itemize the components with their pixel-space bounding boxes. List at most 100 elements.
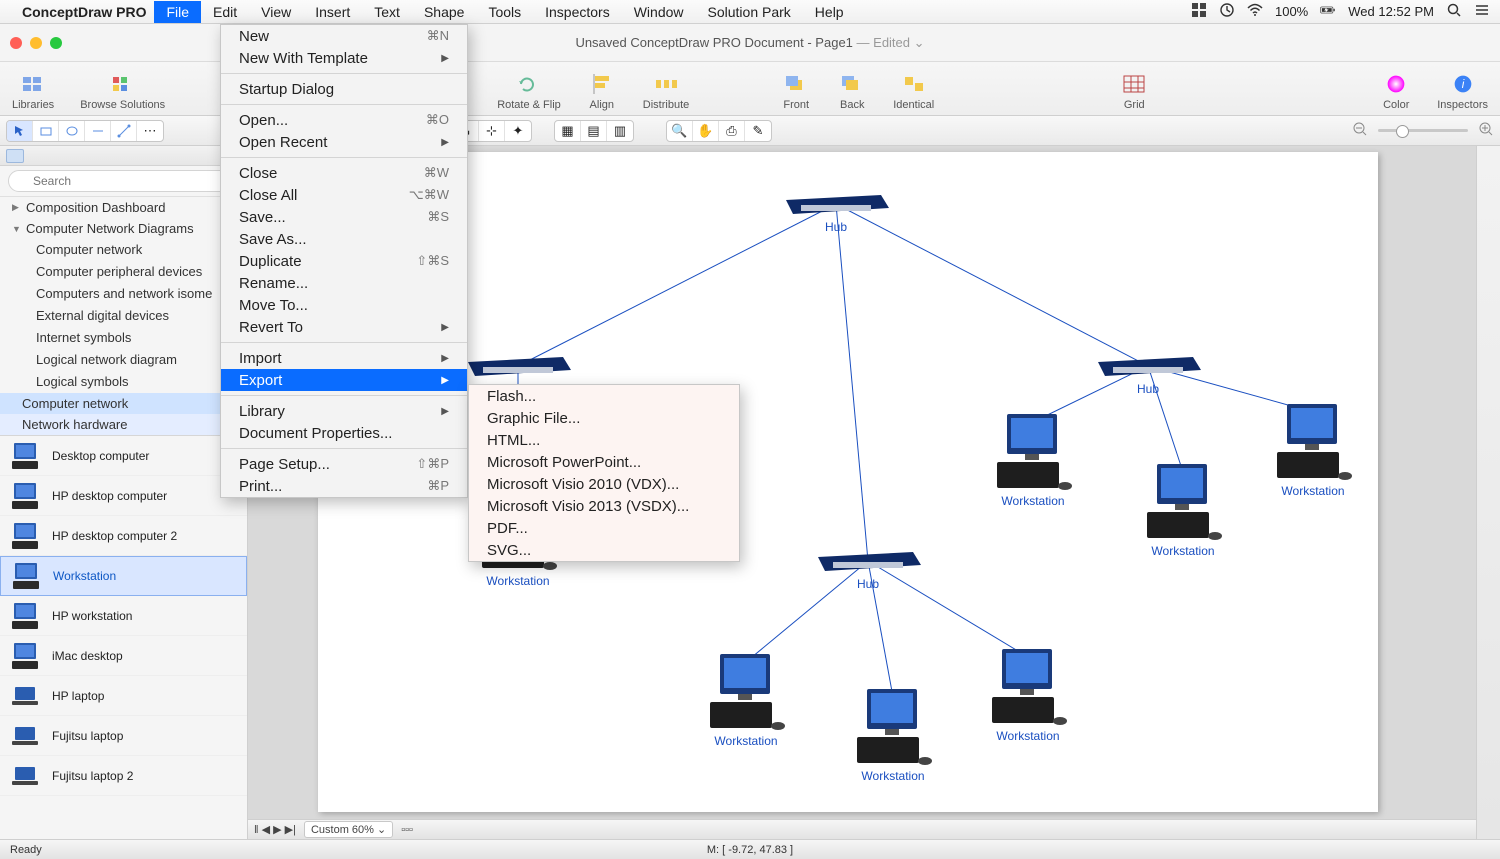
workstation-node[interactable] [1273, 402, 1353, 487]
zoom-in-icon[interactable] [1478, 121, 1494, 140]
library-search-input[interactable] [8, 170, 239, 192]
zoom-slider[interactable] [1378, 129, 1468, 132]
color-button[interactable]: Color [1381, 71, 1411, 111]
export-item-microsoft-visio-vsdx-[interactable]: Microsoft Visio 2013 (VSDX)... [469, 495, 739, 517]
workstation-node[interactable] [1143, 462, 1223, 547]
export-item-svg-[interactable]: SVG... [469, 539, 739, 561]
menu-item-duplicate[interactable]: Duplicate⇧⌘S [221, 250, 467, 272]
export-item-pdf-[interactable]: PDF... [469, 517, 739, 539]
shape-item[interactable]: iMac desktop [0, 636, 247, 676]
menu-insert[interactable]: Insert [303, 1, 362, 23]
shape-item[interactable]: HP desktop computer 2 [0, 516, 247, 556]
library-pane-header[interactable] [0, 146, 247, 166]
view-tools[interactable]: 🔍✋⎙✎ [666, 120, 772, 142]
minimize-window-button[interactable] [30, 37, 42, 49]
clock-icon[interactable] [1219, 2, 1235, 21]
menu-item-save-[interactable]: Save...⌘S [221, 206, 467, 228]
shape-item[interactable]: Fujitsu laptop 2 [0, 756, 247, 796]
zoom-dropdown[interactable]: Custom 60% ⌄ [304, 821, 393, 838]
shape-item[interactable]: Workstation [0, 556, 247, 596]
menu-help[interactable]: Help [803, 1, 856, 23]
tree-subitem[interactable]: External digital devices [0, 305, 247, 327]
align-button[interactable]: Align [587, 71, 617, 111]
menu-item-revert-to[interactable]: Revert To▶ [221, 316, 467, 338]
app-name[interactable]: ConceptDraw PRO [22, 4, 146, 20]
hub-node[interactable] [813, 547, 923, 575]
zoom-window-button[interactable] [50, 37, 62, 49]
tree-subitem[interactable]: Logical symbols [0, 371, 247, 393]
distribute-button[interactable]: Distribute [643, 71, 689, 111]
inspectors-button[interactable]: iInspectors [1437, 71, 1488, 111]
rotate-flip-button[interactable]: Rotate & Flip [497, 71, 561, 111]
close-window-button[interactable] [10, 37, 22, 49]
export-item-microsoft-powerpoint-[interactable]: Microsoft PowerPoint... [469, 451, 739, 473]
tree-subitem[interactable]: Logical network diagram [0, 349, 247, 371]
menu-item-rename-[interactable]: Rename... [221, 272, 467, 294]
shape-item[interactable]: HP laptop [0, 676, 247, 716]
shape-item[interactable]: Desktop computer [0, 436, 247, 476]
export-item-html-[interactable]: HTML... [469, 429, 739, 451]
toolbox-icon[interactable] [1191, 2, 1207, 21]
menu-text[interactable]: Text [362, 1, 412, 23]
workstation-node[interactable] [853, 687, 933, 772]
menu-item-page-setup-[interactable]: Page Setup...⇧⌘P [221, 453, 467, 475]
battery-icon[interactable] [1320, 2, 1336, 21]
tree-item-selected[interactable]: Computer network [0, 393, 247, 414]
menu-item-open-recent[interactable]: Open Recent▶ [221, 131, 467, 153]
tree-subitem[interactable]: Computer peripheral devices [0, 261, 247, 283]
menu-item-import[interactable]: Import▶ [221, 347, 467, 369]
shape-item[interactable]: HP workstation [0, 596, 247, 636]
pointer-tools[interactable]: ⋯ [6, 120, 164, 142]
libraries-button[interactable]: Libraries [12, 71, 54, 111]
menu-icon[interactable] [1474, 2, 1490, 21]
workstation-node[interactable] [988, 647, 1068, 732]
grid-button[interactable]: Grid [1119, 71, 1149, 111]
tree-item[interactable]: ▶Composition Dashboard [0, 197, 247, 218]
back-button[interactable]: Back [837, 71, 867, 111]
menu-item-new-with-template[interactable]: New With Template▶ [221, 47, 467, 69]
menu-inspectors[interactable]: Inspectors [533, 1, 622, 23]
page-tabs[interactable]: ▫▫▫ [401, 824, 413, 836]
tree-item-selected[interactable]: Network hardware [0, 414, 247, 435]
shape-item[interactable]: HP desktop computer [0, 476, 247, 516]
tree-subitem[interactable]: Computer network [0, 239, 247, 261]
shape-item[interactable]: Fujitsu laptop [0, 716, 247, 756]
export-item-flash-[interactable]: Flash... [469, 385, 739, 407]
layout-tools[interactable]: ▦▤▥ [554, 120, 634, 142]
menu-file[interactable]: File [154, 1, 201, 23]
export-item-microsoft-visio-vdx-[interactable]: Microsoft Visio 2010 (VDX)... [469, 473, 739, 495]
tree-subitem[interactable]: Computers and network isome [0, 283, 247, 305]
tree-subitem[interactable]: Internet symbols [0, 327, 247, 349]
zoom-out-icon[interactable] [1352, 121, 1368, 140]
hub-node[interactable] [463, 352, 573, 380]
menu-item-move-to-[interactable]: Move To... [221, 294, 467, 316]
wifi-icon[interactable] [1247, 2, 1263, 21]
menu-item-export[interactable]: Export▶ [221, 369, 467, 391]
identical-button[interactable]: Identical [893, 71, 934, 111]
menu-solution-park[interactable]: Solution Park [696, 1, 803, 23]
menu-item-close-all[interactable]: Close All⌥⌘W [221, 184, 467, 206]
front-button[interactable]: Front [781, 71, 811, 111]
menu-view[interactable]: View [249, 1, 303, 23]
tree-item[interactable]: ▼Computer Network Diagrams [0, 218, 247, 239]
menu-item-print-[interactable]: Print...⌘P [221, 475, 467, 497]
menu-edit[interactable]: Edit [201, 1, 249, 23]
menu-shape[interactable]: Shape [412, 1, 476, 23]
workstation-node[interactable] [706, 652, 786, 737]
browse-solutions-button[interactable]: Browse Solutions [80, 71, 165, 111]
menu-item-library[interactable]: Library▶ [221, 400, 467, 422]
menu-item-startup-dialog[interactable]: Startup Dialog [221, 78, 467, 100]
right-panel-collapsed[interactable] [1476, 146, 1500, 839]
menu-item-open-[interactable]: Open...⌘O [221, 109, 467, 131]
menu-tools[interactable]: Tools [476, 1, 533, 23]
hub-node[interactable] [781, 190, 891, 218]
menu-window[interactable]: Window [622, 1, 696, 23]
export-item-graphic-file-[interactable]: Graphic File... [469, 407, 739, 429]
workstation-node[interactable] [993, 412, 1073, 497]
menu-item-document-properties-[interactable]: Document Properties... [221, 422, 467, 444]
menu-item-new[interactable]: New⌘N [221, 25, 467, 47]
hub-node[interactable] [1093, 352, 1203, 380]
menu-item-save-as-[interactable]: Save As... [221, 228, 467, 250]
spotlight-icon[interactable] [1446, 2, 1462, 21]
menu-item-close[interactable]: Close⌘W [221, 162, 467, 184]
